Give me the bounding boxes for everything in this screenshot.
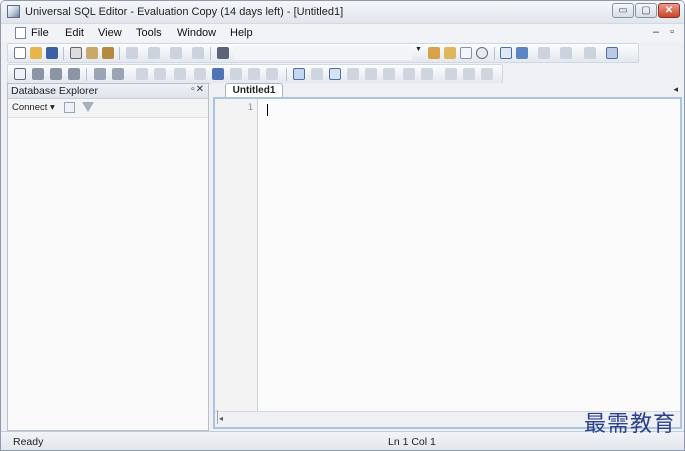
- menu-help[interactable]: Help: [230, 27, 253, 39]
- collapse-icon[interactable]: [347, 68, 359, 80]
- document-icon: [15, 27, 26, 39]
- editor-toolbar: [7, 64, 503, 84]
- tab-untitled1[interactable]: Untitled1: [225, 83, 283, 98]
- menu-window[interactable]: Window: [177, 27, 216, 39]
- line-number-gutter: 1: [215, 99, 258, 411]
- case-icon[interactable]: [94, 68, 106, 80]
- title-bar[interactable]: Universal SQL Editor - Evaluation Copy (…: [1, 1, 684, 24]
- tab-scroll-left-icon[interactable]: ◂: [673, 84, 678, 95]
- connect-button[interactable]: Connect ▾: [12, 102, 55, 113]
- scroll-left-icon[interactable]: ◂: [219, 414, 223, 423]
- line-number: 1: [247, 103, 253, 113]
- query-icon[interactable]: [444, 47, 456, 59]
- table-icon[interactable]: [460, 47, 472, 59]
- outdent-icon[interactable]: [50, 68, 62, 80]
- toolbar-separator: [494, 47, 495, 60]
- redo-icon[interactable]: [148, 47, 160, 59]
- replace-icon[interactable]: [68, 68, 80, 80]
- watermark: 最需教育: [583, 412, 676, 437]
- spell-icon[interactable]: [212, 68, 224, 80]
- find-icon[interactable]: [217, 47, 229, 59]
- close-icon: ✕: [664, 5, 674, 16]
- sort-desc-icon[interactable]: [421, 68, 433, 80]
- toolbar-separator: [210, 47, 211, 60]
- explorer-close-icon[interactable]: ▫✕: [191, 84, 205, 95]
- filter-clear-icon[interactable]: [463, 68, 475, 80]
- execute-icon[interactable]: [500, 47, 512, 59]
- indent-icon[interactable]: [32, 68, 44, 80]
- explorer-tree[interactable]: [8, 118, 208, 430]
- toolbar-separator: [286, 68, 287, 81]
- format-icon[interactable]: [560, 47, 572, 59]
- explorer-header: Database Explorer ▫✕: [8, 84, 208, 99]
- window-controls: ▭ ▢ ✕: [611, 3, 680, 19]
- highlight-icon[interactable]: [136, 68, 148, 80]
- app-window: Universal SQL Editor - Evaluation Copy (…: [0, 0, 685, 451]
- wrap-icon[interactable]: [154, 68, 166, 80]
- upper-icon[interactable]: [230, 68, 242, 80]
- filter-icon[interactable]: [445, 68, 457, 80]
- minimize-button[interactable]: ▭: [612, 3, 634, 18]
- bookmark-icon[interactable]: [14, 68, 26, 80]
- app-icon: [7, 5, 20, 18]
- uncomment-icon[interactable]: [192, 47, 204, 59]
- comment-icon[interactable]: [170, 47, 182, 59]
- stop-icon[interactable]: [516, 47, 528, 59]
- open-folder-icon[interactable]: [30, 47, 42, 59]
- refresh-icon[interactable]: [64, 102, 75, 113]
- check-icon[interactable]: [329, 68, 341, 80]
- text-caret: [267, 104, 268, 116]
- cursor-position: Ln 1 Col 1: [388, 436, 436, 448]
- main-toolbar: ▼: [7, 43, 639, 63]
- menu-edit[interactable]: Edit: [65, 27, 84, 39]
- close-button[interactable]: ✕: [658, 3, 680, 18]
- mdi-window-controls[interactable]: – ▫: [653, 26, 678, 38]
- window-title: Universal SQL Editor - Evaluation Copy (…: [25, 6, 344, 18]
- list-icon[interactable]: [311, 68, 323, 80]
- connection-icon[interactable]: [428, 47, 440, 59]
- menu-bar: File Edit View Tools Window Help – ▫: [1, 24, 684, 42]
- maximize-button[interactable]: ▢: [635, 3, 657, 18]
- paste-icon[interactable]: [102, 47, 114, 59]
- filter-icon[interactable]: [82, 102, 94, 112]
- copy-icon[interactable]: [86, 47, 98, 59]
- new-file-icon[interactable]: [14, 47, 26, 59]
- toolbar-separator: [86, 68, 87, 81]
- align-icon[interactable]: [112, 68, 124, 80]
- refresh-icon[interactable]: [476, 47, 488, 59]
- menu-tools[interactable]: Tools: [136, 27, 162, 39]
- chevron-down-icon[interactable]: ▼: [415, 46, 422, 53]
- menu-file[interactable]: File: [31, 27, 49, 39]
- sql-editor[interactable]: 1 ◂: [213, 97, 682, 429]
- expand-icon[interactable]: [365, 68, 377, 80]
- sort-asc-icon[interactable]: [403, 68, 415, 80]
- menu-view[interactable]: View: [98, 27, 122, 39]
- document-tabs: Untitled1 ◂: [211, 83, 684, 98]
- undo-icon[interactable]: [126, 47, 138, 59]
- explorer-toolbar: Connect ▾: [8, 99, 208, 118]
- title-case-icon[interactable]: [266, 68, 278, 80]
- wrap-alt-icon[interactable]: [174, 68, 186, 80]
- explorer-title: Database Explorer: [11, 85, 98, 97]
- database-explorer-panel: Database Explorer ▫✕ Connect ▾: [7, 83, 209, 431]
- minimize-icon: ▭: [618, 5, 628, 16]
- lower-icon[interactable]: [248, 68, 260, 80]
- grid-icon[interactable]: [293, 68, 305, 80]
- status-bar: Ready Ln 1 Col 1: [1, 431, 684, 450]
- options-icon[interactable]: [606, 47, 618, 59]
- connection-combo[interactable]: [234, 46, 412, 60]
- minus-icon[interactable]: [383, 68, 395, 80]
- explain-icon[interactable]: [538, 47, 550, 59]
- help-icon[interactable]: [584, 47, 596, 59]
- maximize-icon: ▢: [641, 5, 651, 16]
- toolbar-separator: [63, 47, 64, 60]
- cut-icon[interactable]: [70, 47, 82, 59]
- transpose-icon[interactable]: [481, 68, 493, 80]
- status-text: Ready: [13, 436, 44, 448]
- save-icon[interactable]: [46, 47, 58, 59]
- undent-icon[interactable]: [194, 68, 206, 80]
- toolbar-separator: [119, 47, 120, 60]
